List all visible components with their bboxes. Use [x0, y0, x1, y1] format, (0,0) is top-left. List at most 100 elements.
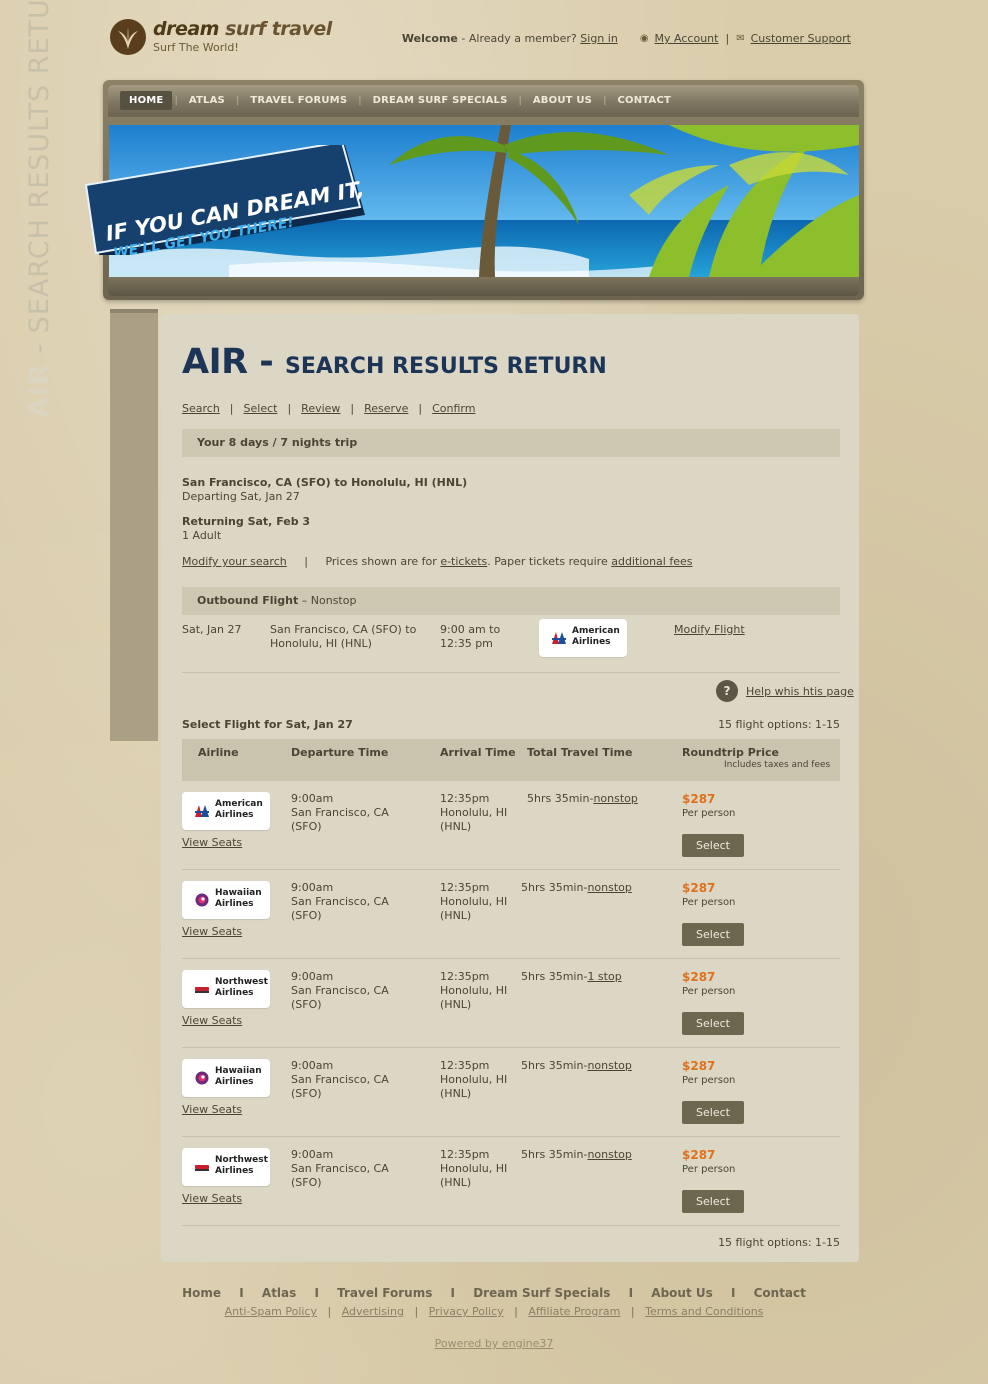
modify-search-line: Modify your search | Prices shown are fo…	[182, 555, 692, 568]
additional-fees-link[interactable]: additional fees	[611, 555, 692, 568]
nav-home[interactable]: HOME	[120, 91, 173, 110]
footer-separator: I	[628, 1286, 634, 1300]
footer-powered-by: Powered by engine37	[0, 1337, 988, 1350]
my-account-link[interactable]: My Account	[655, 32, 719, 45]
price: $287	[682, 970, 716, 984]
stops-link[interactable]: nonstop	[587, 1059, 631, 1072]
divider	[182, 672, 840, 673]
footer-travel-forums[interactable]: Travel Forums	[337, 1286, 432, 1300]
footer-contact[interactable]: Contact	[754, 1286, 806, 1300]
travel-duration: 5hrs 35min-nonstop	[521, 1148, 632, 1161]
powered-by-link[interactable]: Powered by engine37	[435, 1337, 554, 1350]
brand-name: dream surf travel	[153, 18, 332, 40]
step-reserve[interactable]: Reserve	[364, 402, 408, 415]
stops-link[interactable]: nonstop	[587, 1148, 631, 1161]
view-seats-link[interactable]: View Seats	[182, 1103, 242, 1116]
stops-link[interactable]: 1 stop	[587, 970, 621, 983]
help-link[interactable]: Help whis htis page	[746, 685, 854, 698]
side-page-tab	[110, 309, 158, 741]
trip-summary-bar: Your 8 days / 7 nights trip	[182, 429, 840, 457]
modify-flight-link[interactable]: Modify Flight	[674, 623, 745, 636]
nav-about-us[interactable]: ABOUT US	[524, 91, 601, 110]
travelers-count: 1 Adult	[182, 529, 222, 542]
flight-options-count: 15 flight options: 1-15	[718, 718, 840, 731]
outbound-date: Sat, Jan 27	[182, 623, 242, 636]
footer-anti-spam-link[interactable]: Anti-Spam Policy	[225, 1305, 317, 1318]
trip-route: San Francisco, CA (SFO) to Honolulu, HI …	[182, 476, 467, 504]
select-flight-button[interactable]: Select	[682, 1101, 744, 1124]
select-flight-button[interactable]: Select	[682, 834, 744, 857]
per-person: Per person	[682, 1164, 736, 1175]
travel-duration: 5hrs 35min-nonstop	[527, 792, 638, 805]
flight-row: Hawaiian Airlines View Seats 9:00am San Fr…	[182, 870, 840, 959]
stops-link[interactable]: nonstop	[593, 792, 637, 805]
arrival-info: 12:35pm Honolulu, HI (HNL)	[440, 970, 508, 1011]
footer-advertising-link[interactable]: Advertising	[342, 1305, 404, 1318]
page-title: AIR - SEARCH RESULTS RETURN	[182, 342, 607, 382]
view-seats-link[interactable]: View Seats	[182, 1192, 242, 1205]
per-person: Per person	[682, 1075, 736, 1086]
view-seats-link[interactable]: View Seats	[182, 925, 242, 938]
banner-bottom-strip	[108, 277, 859, 296]
price: $287	[682, 1148, 716, 1162]
nav-contact[interactable]: CONTACT	[608, 91, 680, 110]
view-seats-link[interactable]: View Seats	[182, 836, 242, 849]
nav-travel-forums[interactable]: TRAVEL FORUMS	[241, 91, 356, 110]
select-flight-button[interactable]: Select	[682, 923, 744, 946]
help-link-group[interactable]: ? Help whis htis page	[716, 680, 854, 702]
outbound-flight-summary: Sat, Jan 27 San Francisco, CA (SFO) to H…	[182, 619, 840, 673]
select-flight-heading: Select Flight for Sat, Jan 27	[182, 718, 353, 731]
footer-privacy-link[interactable]: Privacy Policy	[429, 1305, 504, 1318]
departure-info: 9:00am San Francisco, CA (SFO)	[291, 1148, 389, 1189]
customer-support-link[interactable]: Customer Support	[751, 32, 851, 45]
flight-row: Northwest Airlines View Seats 9:00am San F…	[182, 1137, 840, 1226]
footer-atlas[interactable]: Atlas	[262, 1286, 296, 1300]
outbound-label: Outbound Flight	[197, 594, 299, 607]
content-panel: AIR - SEARCH RESULTS RETURN Search | Sel…	[161, 314, 859, 1262]
step-select[interactable]: Select	[244, 402, 278, 415]
trip-summary: Your 8 days / 7 nights trip	[197, 436, 358, 449]
etickets-link[interactable]: e-tickets	[440, 555, 487, 568]
footer-about-us[interactable]: About Us	[651, 1286, 712, 1300]
arrival-info: 12:35pm Honolulu, HI (HNL)	[440, 1059, 508, 1100]
stops-link[interactable]: nonstop	[587, 881, 631, 894]
nav-atlas[interactable]: ATLAS	[180, 91, 234, 110]
hawaiian-airlines-icon	[195, 893, 209, 907]
trip-return: Returning Sat, Feb 3 1 Adult	[182, 515, 310, 543]
per-person: Per person	[682, 808, 736, 819]
step-separator: |	[229, 402, 234, 415]
footer-separator: |	[630, 1305, 635, 1318]
logo[interactable]: dream surf travel Surf The World!	[110, 18, 350, 58]
american-airlines-icon	[195, 805, 209, 817]
footer-dream-surf-specials[interactable]: Dream Surf Specials	[473, 1286, 610, 1300]
modify-search-link[interactable]: Modify your search	[182, 555, 287, 568]
sign-in-link[interactable]: Sign in	[580, 32, 618, 45]
step-search[interactable]: Search	[182, 402, 220, 415]
footer-affiliate-link[interactable]: Affiliate Program	[528, 1305, 620, 1318]
nav-dream-surf-specials[interactable]: DREAM SURF SPECIALS	[364, 91, 517, 110]
col-price-note: Includes taxes and fees	[724, 760, 831, 770]
airline-logo: Northwest Airlines	[182, 1148, 270, 1186]
select-flight-button[interactable]: Select	[682, 1012, 744, 1035]
slogan-badge: IF YOU CAN DREAM IT, WE'LL GET YOU THERE…	[80, 140, 385, 262]
palm-logo-icon	[110, 19, 146, 55]
step-review[interactable]: Review	[301, 402, 340, 415]
departure-info: 9:00am San Francisco, CA (SFO)	[291, 970, 389, 1011]
paper-note: . Paper tickets require	[487, 555, 612, 568]
arrival-info: 12:35pm Honolulu, HI (HNL)	[440, 792, 508, 833]
step-confirm[interactable]: Confirm	[432, 402, 475, 415]
col-arrival: Arrival Time	[440, 746, 516, 759]
nav-separator: |	[235, 95, 240, 106]
footer-separator: |	[514, 1305, 518, 1318]
col-departure: Departure Time	[291, 746, 389, 759]
top-user-bar: Welcome - Already a member? Sign in ◉ My…	[402, 32, 851, 45]
select-flight-button[interactable]: Select	[682, 1190, 744, 1213]
footer-home[interactable]: Home	[182, 1286, 221, 1300]
col-travel-time: Total Travel Time	[527, 746, 633, 759]
footer-separator: I	[314, 1286, 319, 1300]
help-icon[interactable]: ?	[716, 680, 738, 702]
footer-separator: |	[327, 1305, 332, 1318]
results-table-header: Airline Departure Time Arrival Time Tota…	[182, 739, 840, 781]
view-seats-link[interactable]: View Seats	[182, 1014, 242, 1027]
footer-terms-link[interactable]: Terms and Conditions	[645, 1305, 763, 1318]
